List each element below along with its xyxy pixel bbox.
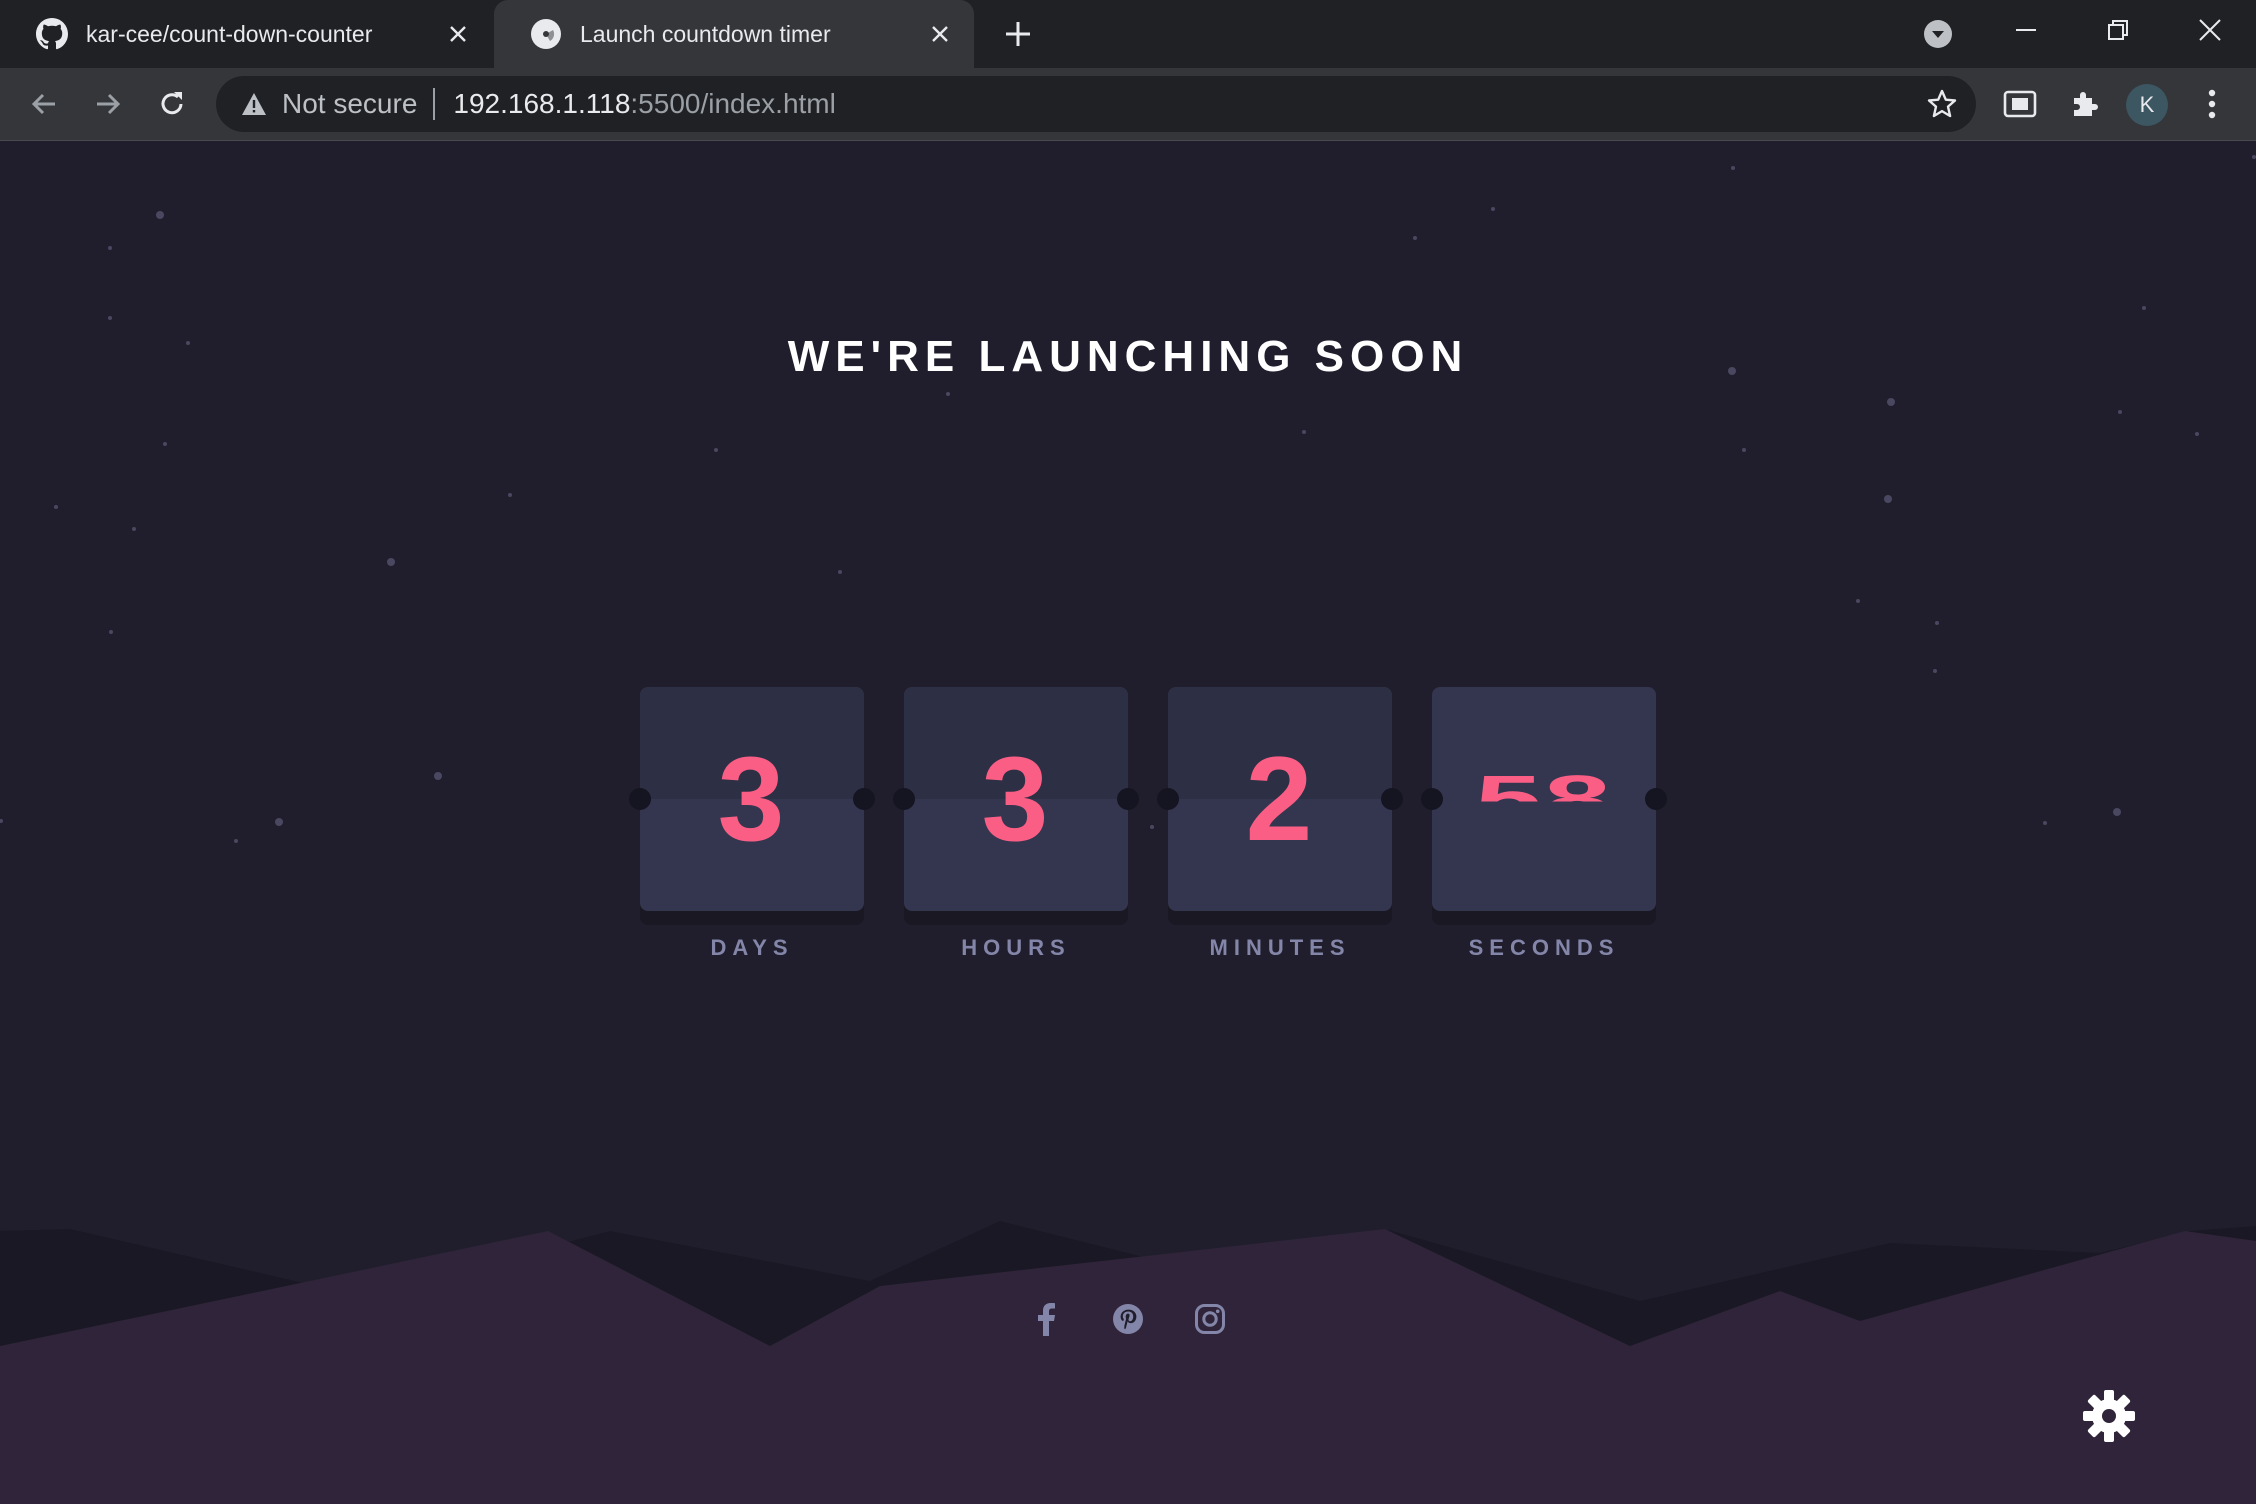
tab-github[interactable]: kar-cee/count-down-counter xyxy=(0,0,492,68)
restore-icon[interactable] xyxy=(2072,0,2164,60)
card-notch xyxy=(1117,788,1139,810)
security-label[interactable]: Not secure xyxy=(282,88,417,120)
countdown-minutes: 2 MINUTES xyxy=(1157,687,1403,961)
card-notch xyxy=(629,788,651,810)
social-links xyxy=(1024,1297,1232,1341)
reload-icon[interactable] xyxy=(150,82,194,126)
divider xyxy=(433,88,436,120)
tab-title: Launch countdown timer xyxy=(580,20,831,47)
countdown-hours: 3 HOURS xyxy=(893,687,1139,961)
page-title: WE'RE LAUNCHING SOON xyxy=(787,332,1469,382)
card-notch xyxy=(1421,788,1443,810)
tab-search-icon[interactable] xyxy=(1922,18,1954,50)
seconds-label: SECONDS xyxy=(1468,935,1620,960)
profile-avatar[interactable]: K xyxy=(2126,84,2168,126)
new-tab-plus-icon[interactable] xyxy=(998,14,1038,54)
tab-launch-countdown[interactable]: Launch countdown timer xyxy=(494,0,974,68)
close-tab-icon[interactable] xyxy=(926,20,954,48)
days-label: DAYS xyxy=(710,935,794,960)
settings-gear-icon[interactable] xyxy=(2082,1389,2136,1443)
browser-toolbar: Not secure 192.168.1.118:5500/index.html… xyxy=(0,68,2256,141)
card-notch xyxy=(1381,788,1403,810)
hours-value: 3 xyxy=(981,732,1051,866)
minutes-value: 2 xyxy=(1245,732,1315,866)
countdown-days: 3 DAYS xyxy=(629,687,875,961)
minimize-icon[interactable] xyxy=(1980,0,2072,60)
countdown-seconds: 58 SECONDS xyxy=(1421,687,1667,961)
more-menu-icon[interactable] xyxy=(2190,82,2234,126)
card-notch xyxy=(1645,788,1667,810)
pinterest-icon[interactable] xyxy=(1106,1297,1150,1341)
page-viewport: WE'RE LAUNCHING SOON 3 DAYS 3 HOURS 2 MI… xyxy=(0,141,2256,1504)
flip-card: 2 xyxy=(1157,687,1403,925)
back-arrow-icon[interactable] xyxy=(22,82,66,126)
days-value: 3 xyxy=(717,732,787,866)
card-notch xyxy=(1157,788,1179,810)
url-host: 192.168.1.118 xyxy=(453,88,631,119)
instagram-icon[interactable] xyxy=(1188,1297,1232,1341)
media-controls-icon[interactable] xyxy=(1998,82,2042,126)
url-path: :5500/index.html xyxy=(630,88,836,119)
address-bar[interactable]: Not secure 192.168.1.118:5500/index.html xyxy=(216,76,1976,132)
warning-icon[interactable] xyxy=(240,90,268,118)
page-icon xyxy=(531,19,561,49)
forward-arrow-icon[interactable] xyxy=(86,82,130,126)
hours-label: HOURS xyxy=(961,935,1071,960)
tab-strip: kar-cee/count-down-counter Launch countd… xyxy=(0,0,2256,68)
flip-card: 3 xyxy=(629,687,875,925)
github-icon xyxy=(36,18,68,50)
facebook-icon[interactable] xyxy=(1024,1297,1068,1341)
card-notch xyxy=(893,788,915,810)
card-notch xyxy=(853,788,875,810)
tab-title: kar-cee/count-down-counter xyxy=(86,20,373,47)
close-window-icon[interactable] xyxy=(2164,0,2256,60)
flip-card: 58 xyxy=(1421,687,1667,925)
bookmark-star-icon[interactable] xyxy=(1926,88,1958,120)
flip-card: 3 xyxy=(893,687,1139,925)
close-tab-icon[interactable] xyxy=(444,20,472,48)
extensions-puzzle-icon[interactable] xyxy=(2062,82,2106,126)
minutes-label: MINUTES xyxy=(1209,935,1351,960)
